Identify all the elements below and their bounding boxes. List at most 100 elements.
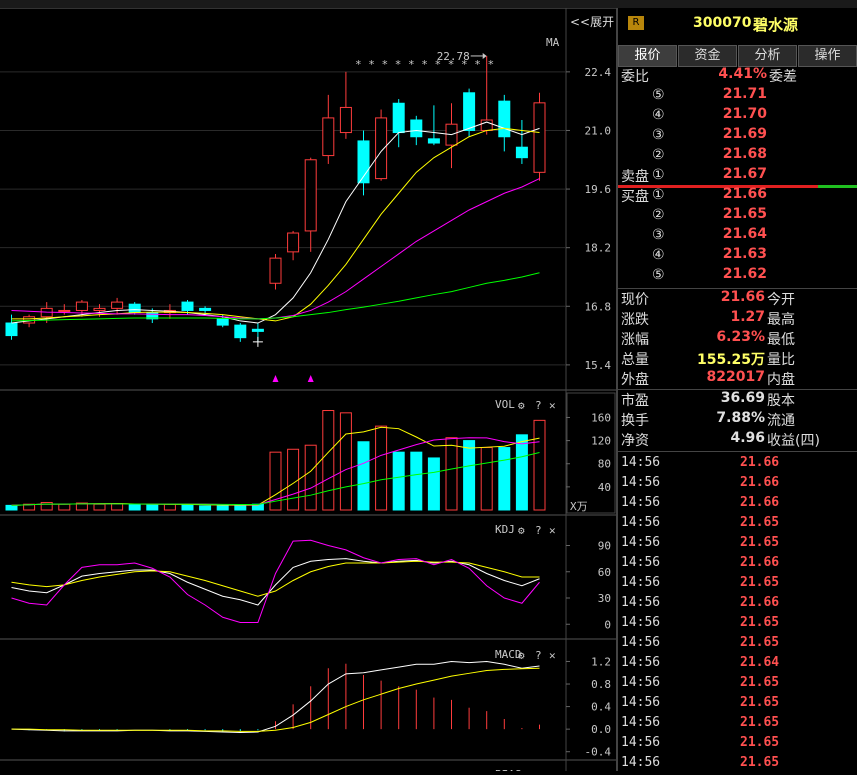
tick-time: 14:56 — [621, 455, 661, 470]
sell-level: ③ — [652, 127, 665, 143]
tab-operations[interactable]: 操作 — [798, 45, 857, 67]
gear-icon[interactable]: ⚙ — [518, 649, 525, 662]
sell-price[interactable]: 21.71 — [723, 86, 767, 102]
volume-bar[interactable] — [234, 504, 247, 511]
help-icon[interactable]: ? — [535, 399, 542, 412]
tab-funds[interactable]: 资金 — [678, 45, 737, 67]
stock-badge: R — [628, 16, 644, 30]
volume-bar[interactable] — [146, 504, 159, 511]
sell-price[interactable]: 21.69 — [723, 126, 767, 142]
fundamental-value: 36.69 — [720, 390, 765, 406]
buy-price[interactable]: 21.64 — [723, 226, 767, 242]
main-ytick-label: 19.6 — [585, 183, 612, 196]
tick-time: 14:56 — [621, 655, 661, 670]
sell-price[interactable]: 21.70 — [723, 106, 767, 122]
kdj-ytick-label: 60 — [598, 566, 611, 579]
divider — [618, 451, 857, 452]
volume-bar[interactable] — [498, 447, 511, 511]
candle-body[interactable] — [58, 309, 71, 312]
gear-icon[interactable]: ⚙ — [518, 524, 525, 537]
candle-body[interactable] — [498, 100, 511, 138]
candle-body[interactable] — [128, 303, 141, 314]
candle-body[interactable] — [410, 119, 423, 138]
sell-price[interactable]: 21.68 — [723, 146, 767, 162]
volume-bar[interactable] — [339, 412, 352, 511]
kline-chart-svg[interactable]: 22.4 21.0 19.6 18.2 16.8 15.4 160 120 80 40 90 60 30… — [0, 8, 616, 771]
candle-body[interactable] — [322, 117, 335, 157]
volume-bar[interactable] — [410, 451, 423, 511]
buy-price[interactable]: 21.65 — [723, 206, 767, 222]
volume-bar[interactable] — [93, 503, 106, 511]
kline-chart-area[interactable]: 22.4 21.0 19.6 18.2 16.8 15.4 160 120 80 40 90 60 30… — [0, 8, 616, 771]
candle-body[interactable] — [463, 92, 476, 131]
main-ytick-label: 16.8 — [585, 300, 612, 313]
ma20-line — [11, 178, 540, 320]
candle-body[interactable] — [234, 324, 247, 339]
volume-bar[interactable] — [199, 505, 212, 511]
candle-body[interactable] — [5, 322, 18, 337]
close-icon[interactable]: ✕ — [549, 524, 556, 537]
tab-quote[interactable]: 报价 — [618, 45, 677, 67]
candle-body[interactable] — [75, 301, 88, 311]
candle-body[interactable] — [23, 316, 36, 324]
tick-time: 14:56 — [621, 575, 661, 590]
quote-label2: 最高 — [767, 312, 795, 328]
volume-bar[interactable] — [5, 504, 18, 511]
buy-level: ③ — [652, 227, 665, 243]
candle-body[interactable] — [339, 106, 352, 134]
candle-body[interactable] — [111, 301, 124, 309]
volume-bar[interactable] — [58, 503, 71, 511]
buy-level: ② — [652, 207, 665, 223]
volume-bar[interactable] — [163, 503, 176, 511]
candle-body[interactable] — [427, 138, 440, 144]
volume-bar[interactable] — [392, 451, 405, 511]
buy-price[interactable]: 21.66 — [723, 186, 767, 202]
candle-body[interactable] — [251, 328, 264, 332]
buy-price[interactable]: 21.63 — [723, 246, 767, 262]
candle-body[interactable] — [515, 146, 528, 159]
candle-body[interactable] — [93, 307, 106, 311]
close-icon[interactable]: ✕ — [549, 399, 556, 412]
volume-bar[interactable] — [445, 437, 458, 511]
vol-ytick-label: 80 — [598, 458, 611, 471]
candle-body[interactable] — [375, 117, 388, 180]
candle-body[interactable] — [181, 301, 194, 311]
help-icon[interactable]: ? — [535, 524, 542, 537]
tick-time: 14:56 — [621, 595, 661, 610]
volume-bar[interactable] — [357, 441, 370, 511]
candle-body[interactable] — [199, 307, 212, 311]
volume-bar[interactable] — [515, 434, 528, 511]
buy-label: 买盘 — [621, 189, 649, 205]
main-ytick-label: 21.0 — [585, 124, 612, 137]
quote-label2: 量比 — [767, 352, 795, 368]
sell-price[interactable]: 21.67 — [723, 166, 767, 182]
tick-time: 14:56 — [621, 675, 661, 690]
volume-bar[interactable] — [533, 419, 546, 511]
volume-bar[interactable] — [181, 503, 194, 511]
candle-body[interactable] — [216, 318, 229, 326]
candle-body[interactable] — [392, 102, 405, 134]
buy-row: ③ 21.64 — [618, 226, 857, 246]
candle-body[interactable] — [287, 232, 300, 253]
volume-bar[interactable] — [375, 425, 388, 511]
candle-body[interactable] — [533, 102, 546, 173]
candle-body[interactable] — [304, 159, 317, 232]
volume-bar[interactable] — [287, 448, 300, 511]
volume-bar[interactable] — [463, 440, 476, 511]
volume-bar[interactable] — [216, 505, 229, 511]
buy-price[interactable]: 21.62 — [723, 266, 767, 282]
tick-row: 14:56 21.65 — [618, 735, 857, 755]
volume-bar[interactable] — [304, 444, 317, 511]
volume-bar[interactable] — [111, 503, 124, 511]
tab-analysis[interactable]: 分析 — [738, 45, 797, 67]
gear-icon[interactable]: ⚙ — [518, 399, 525, 412]
candle-body[interactable] — [269, 257, 282, 284]
volume-bar[interactable] — [427, 457, 440, 511]
buy-row: ⑤ 21.62 — [618, 266, 857, 286]
volume-bar[interactable] — [128, 504, 141, 511]
expand-button[interactable]: <<展开 — [570, 13, 614, 30]
help-icon[interactable]: ? — [535, 649, 542, 662]
close-icon[interactable]: ✕ — [549, 649, 556, 662]
volume-bar[interactable] — [322, 410, 335, 511]
volume-bar[interactable] — [480, 447, 493, 511]
